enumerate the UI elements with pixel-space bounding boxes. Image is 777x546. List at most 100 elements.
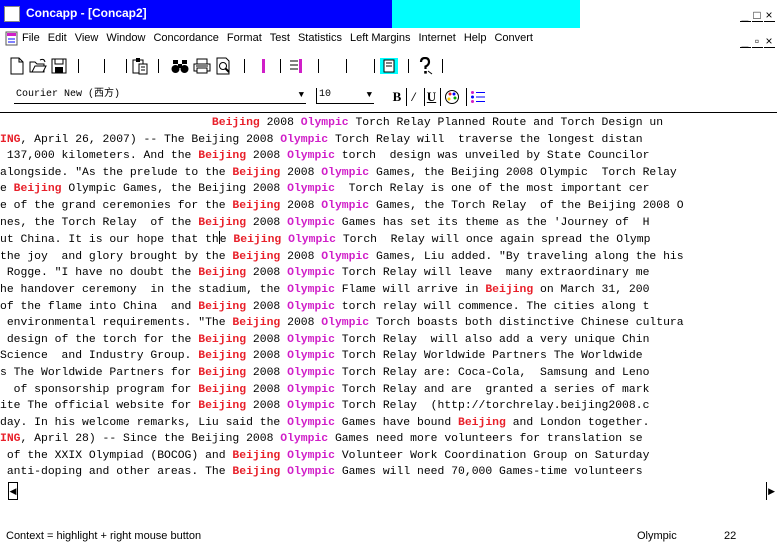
- menu-file[interactable]: File: [22, 32, 40, 44]
- concordance-line[interactable]: nes, the Torch Relay of the Beijing 2008…: [0, 215, 684, 232]
- context-text: Games, the Beijing 2008 Olympic Torch Re…: [369, 166, 677, 179]
- concordance-line[interactable]: anti-doping and other areas. The Beijing…: [0, 464, 684, 480]
- window-controls: _ □ ×: [739, 8, 775, 22]
- concordance-line[interactable]: ING, April 28) -- Since the Beijing 2008…: [0, 431, 684, 448]
- concordance-line[interactable]: day. In his welcome remarks, Liu said th…: [0, 415, 684, 432]
- context-text: Torch Relay and are granted a series of …: [334, 383, 650, 396]
- color-palette-icon[interactable]: [440, 88, 462, 106]
- underline-button[interactable]: U: [424, 88, 438, 106]
- keyword-beijing: Beijing: [198, 333, 247, 346]
- find-binoculars-icon[interactable]: [170, 56, 190, 76]
- menu-window[interactable]: Window: [106, 32, 145, 44]
- context-text: s The Worldwide Partners for: [0, 366, 199, 379]
- concordance-text-area[interactable]: Beijing 2008 Olympic Torch Relay Planned…: [0, 112, 777, 480]
- concordance-line[interactable]: Rogge. "I have no doubt the Beijing 2008…: [0, 265, 684, 282]
- horizontal-scrollbar[interactable]: ◀ ▶: [8, 482, 777, 506]
- context-text: Games, the Torch Relay of the Beijing 20…: [369, 199, 684, 212]
- keyword-olympic: Olympic: [287, 183, 335, 196]
- menu-internet[interactable]: Internet: [419, 32, 456, 44]
- context-text: Games have bound: [334, 416, 458, 429]
- context-text: he handover ceremony in the stadium, the: [0, 283, 288, 296]
- print-icon[interactable]: [192, 56, 212, 76]
- concordance-line[interactable]: s The Worldwide Partners for Beijing 200…: [0, 365, 684, 382]
- highlight-marker-icon[interactable]: [256, 56, 272, 76]
- menu-format[interactable]: Format: [227, 32, 262, 44]
- app-icon[interactable]: [4, 6, 20, 22]
- concordance-line[interactable]: the joy and glory brought by the Beijing…: [0, 249, 684, 266]
- document-icon[interactable]: [4, 31, 20, 47]
- doc-restore-button[interactable]: ▫: [752, 35, 763, 48]
- concordance-lines-icon[interactable]: [286, 56, 310, 76]
- concordance-line[interactable]: e Beijing Olympic Games, the Beijing 200…: [0, 181, 684, 198]
- keyword-olympic: Olympic: [287, 150, 335, 163]
- bullet-list-icon[interactable]: [466, 88, 488, 106]
- menu-statistics[interactable]: Statistics: [298, 32, 342, 44]
- document-view-icon[interactable]: [378, 56, 400, 76]
- save-icon[interactable]: [50, 56, 68, 76]
- doc-minimize-button[interactable]: _: [740, 35, 751, 48]
- concordance-line[interactable]: ING, April 26, 2007) -- The Beijing 2008…: [0, 132, 684, 149]
- keyword-beijing: Beijing: [211, 117, 260, 129]
- minimize-button[interactable]: _: [740, 9, 751, 22]
- title-bar-highlight: [392, 0, 580, 28]
- concordance-line[interactable]: ite The official website for Beijing 200…: [0, 398, 684, 415]
- menu-edit[interactable]: Edit: [48, 32, 67, 44]
- concordance-line[interactable]: of sponsorship program for Beijing 2008 …: [0, 382, 684, 399]
- context-text: 2008: [280, 199, 322, 212]
- menu-convert[interactable]: Convert: [494, 32, 533, 44]
- keyword-olympic: Olympic: [287, 400, 335, 413]
- keyword-olympic: Olympic: [287, 466, 335, 479]
- context-text: ut China. It is our hope that th: [0, 234, 219, 247]
- concordance-line[interactable]: of the XXIX Olympiad (BOCOG) and Beijing…: [0, 448, 684, 465]
- menu-test[interactable]: Test: [270, 32, 290, 44]
- concordance-line[interactable]: ut China. It is our hope that the Beijin…: [0, 231, 684, 249]
- context-text: 2008: [246, 383, 288, 396]
- keyword-olympic: Olympic: [287, 416, 335, 429]
- context-text: torch design was unveiled by State Counc…: [334, 150, 650, 163]
- italic-button[interactable]: /: [406, 88, 420, 106]
- paste-icon[interactable]: [130, 56, 150, 76]
- concordance-line[interactable]: Beijing 2008 Olympic Torch Relay Planned…: [0, 115, 684, 132]
- keyword-olympic: Olympic: [287, 449, 335, 462]
- chevron-down-icon[interactable]: ▼: [299, 88, 304, 102]
- menu-bar: File Edit View Window Concordance Format Test S…: [0, 28, 777, 50]
- concordance-line[interactable]: alongside. "As the prelude to the Beijin…: [0, 165, 684, 182]
- open-folder-icon[interactable]: [28, 56, 48, 76]
- concordance-line[interactable]: Science and Industry Group. Beijing 2008…: [0, 348, 684, 365]
- menu-concordance[interactable]: Concordance: [153, 32, 218, 44]
- title-bar[interactable]: Concapp - [Concap2] _ □ ×: [0, 0, 777, 28]
- menu-view[interactable]: View: [75, 32, 99, 44]
- font-size-select[interactable]: 10 ▼: [316, 88, 374, 104]
- scroll-right-icon[interactable]: ▶: [768, 486, 775, 497]
- context-text: Torch Relay will once again spread the O…: [335, 234, 651, 247]
- context-text: torch relay will commence. The cities al…: [334, 300, 650, 313]
- doc-close-button[interactable]: ×: [764, 35, 775, 48]
- concordance-line[interactable]: 137,000 kilometers. And the Beijing 2008…: [0, 148, 684, 165]
- font-name-select[interactable]: Courier New (西方) ▼: [14, 88, 306, 104]
- close-button[interactable]: ×: [764, 9, 775, 22]
- toolbar-separator: [318, 59, 319, 73]
- concordance-line[interactable]: design of the torch for the Beijing 2008…: [0, 332, 684, 349]
- help-question-icon[interactable]: [414, 56, 436, 76]
- keyword-olympic: Olympic: [287, 267, 335, 280]
- scroll-left-icon[interactable]: ◀: [8, 482, 18, 500]
- context-text: 2008: [246, 216, 288, 229]
- toolbar-separator: [374, 59, 375, 73]
- concordance-line[interactable]: environmental requirements. "The Beijing…: [0, 315, 684, 332]
- toolbar-separator: [442, 59, 443, 73]
- new-file-icon[interactable]: [8, 56, 26, 76]
- maximize-button[interactable]: □: [752, 9, 763, 22]
- menu-help[interactable]: Help: [464, 32, 487, 44]
- context-text: of the flame into China and: [0, 300, 199, 313]
- context-text: , April 28) -- Since the Beijing 2008: [20, 433, 281, 446]
- menu-left-margins[interactable]: Left Margins: [350, 32, 411, 44]
- status-bar: Context = highlight + right mouse button…: [0, 526, 777, 546]
- concordance-line[interactable]: of the flame into China and Beijing 2008…: [0, 299, 684, 316]
- chevron-down-icon[interactable]: ▼: [367, 88, 372, 102]
- context-text: Flame will arrive in: [334, 283, 486, 296]
- bold-button[interactable]: B: [390, 88, 404, 106]
- print-preview-icon[interactable]: [214, 56, 234, 76]
- concordance-line[interactable]: e of the grand ceremonies for the Beijin…: [0, 198, 684, 215]
- concordance-line[interactable]: he handover ceremony in the stadium, the…: [0, 282, 684, 299]
- context-text: ite The official website for: [0, 400, 199, 413]
